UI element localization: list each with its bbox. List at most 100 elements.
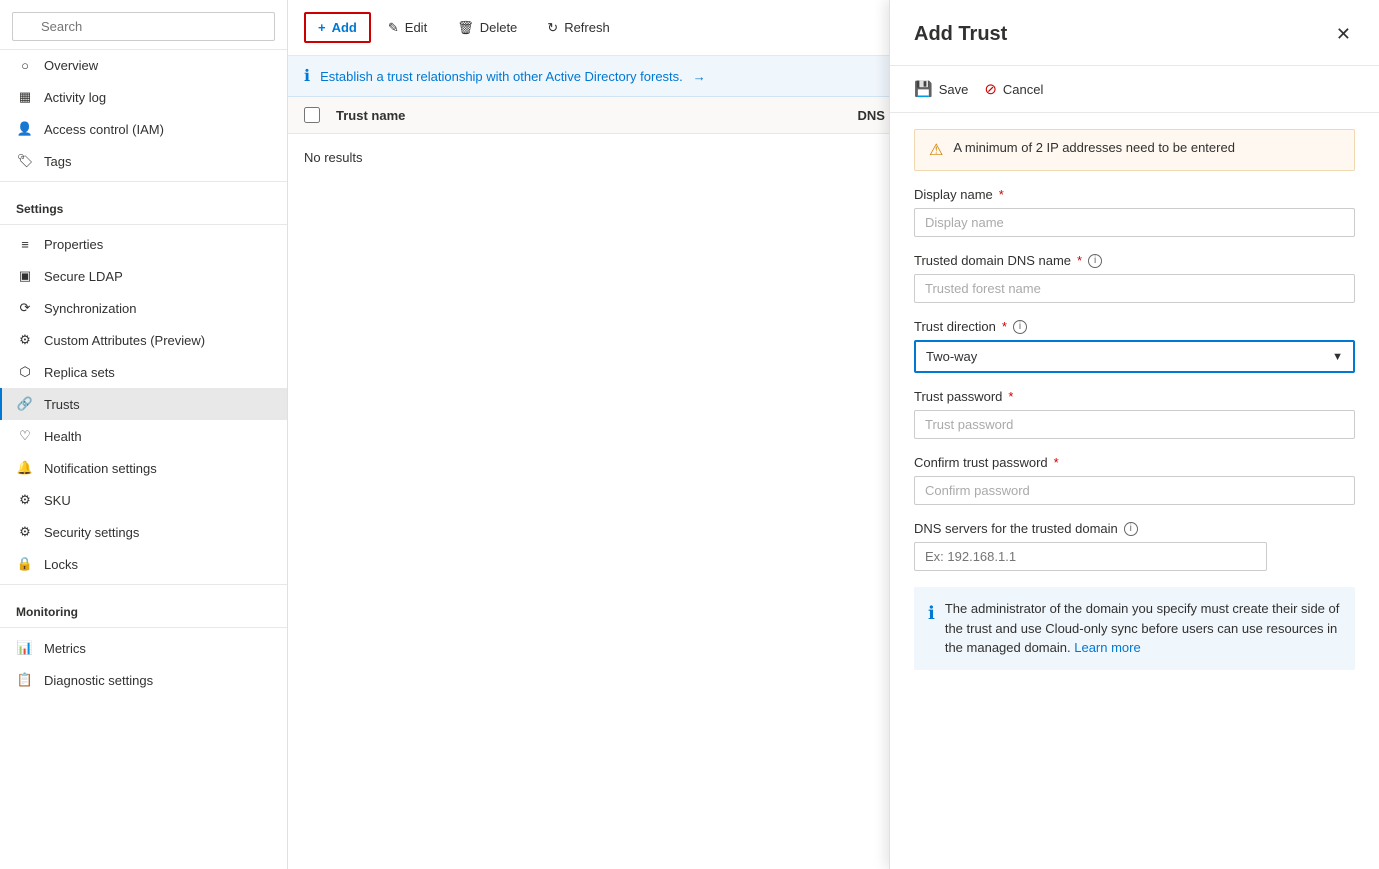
search-wrapper: 🔍 (12, 12, 275, 41)
panel-body: ⚠ A minimum of 2 IP addresses need to be… (890, 113, 1379, 869)
search-input[interactable] (12, 12, 275, 41)
sidebar-item-secure-ldap[interactable]: ▣ Secure LDAP (0, 260, 287, 292)
sidebar-item-locks[interactable]: 🔒 Locks (0, 548, 287, 580)
health-icon: ♡ (16, 428, 34, 444)
settings-section-label: Settings (0, 186, 287, 220)
refresh-button[interactable]: ↻ Refresh (534, 13, 622, 43)
sidebar-label-security-settings: Security settings (44, 525, 139, 540)
sidebar-item-diagnostic-settings[interactable]: 📋 Diagnostic settings (0, 664, 287, 696)
trusted-domain-info-icon[interactable]: i (1088, 254, 1102, 268)
sidebar-item-overview[interactable]: ○ Overview (0, 50, 287, 81)
confirm-password-input[interactable] (914, 476, 1355, 505)
sidebar-label-access-control: Access control (IAM) (44, 122, 164, 137)
metrics-icon: 📊 (16, 640, 34, 656)
info-message: Establish a trust relationship with othe… (320, 69, 683, 84)
trusted-domain-dns-input[interactable] (914, 274, 1355, 303)
select-all-checkbox[interactable] (304, 107, 320, 123)
save-label: Save (939, 82, 969, 97)
sidebar-label-activity-log: Activity log (44, 90, 106, 105)
sidebar-label-locks: Locks (44, 557, 78, 572)
tags-icon: 🏷 (16, 153, 34, 169)
sidebar-label-sku: SKU (44, 493, 71, 508)
properties-icon: ≡ (16, 237, 34, 252)
sidebar-item-health[interactable]: ♡ Health (0, 420, 287, 452)
trust-direction-select-wrapper: Two-way One-way: incoming One-way: outgo… (914, 340, 1355, 373)
trust-password-label: Trust password * (914, 389, 1355, 404)
learn-more-link[interactable]: Learn more (1074, 640, 1140, 655)
add-icon: + (318, 20, 326, 35)
refresh-label: Refresh (564, 20, 610, 35)
monitoring-section-label: Monitoring (0, 589, 287, 623)
info-note-text: The administrator of the domain you spec… (945, 599, 1341, 658)
overview-icon: ○ (16, 58, 34, 73)
sidebar-label-health: Health (44, 429, 82, 444)
trust-direction-label: Trust direction * i (914, 319, 1355, 334)
dns-servers-info-icon[interactable]: i (1124, 522, 1138, 536)
trusted-domain-dns-label: Trusted domain DNS name * i (914, 253, 1355, 268)
add-trust-panel: Add Trust ✕ 💾 Save ⊘ Cancel ⚠ A minimum … (889, 0, 1379, 869)
access-control-icon: 👤 (16, 121, 34, 137)
sidebar-item-synchronization[interactable]: ⟳ Synchronization (0, 292, 287, 324)
cancel-icon: ⊘ (984, 80, 997, 98)
cancel-label: Cancel (1003, 82, 1043, 97)
col-trust-name-header: Trust name (336, 108, 842, 123)
trust-password-input[interactable] (914, 410, 1355, 439)
add-button[interactable]: + Add (304, 12, 371, 43)
trusts-icon: 🔗 (16, 396, 34, 412)
activity-log-icon: ▦ (16, 89, 34, 105)
delete-button[interactable]: 🗑 Delete (444, 13, 530, 43)
display-name-group: Display name * (914, 187, 1355, 237)
sidebar-item-custom-attributes[interactable]: ⚙ Custom Attributes (Preview) (0, 324, 287, 356)
panel-close-button[interactable]: ✕ (1332, 20, 1355, 49)
sidebar-label-tags: Tags (44, 154, 71, 169)
panel-title: Add Trust (914, 23, 1007, 46)
dns-servers-label: DNS servers for the trusted domain i (914, 521, 1355, 536)
info-icon: ℹ (304, 66, 310, 86)
dns-servers-input[interactable] (914, 542, 1267, 571)
dns-servers-group: DNS servers for the trusted domain i (914, 521, 1355, 571)
locks-icon: 🔒 (16, 556, 34, 572)
sidebar-item-sku[interactable]: ⚙ SKU (0, 484, 287, 516)
sidebar-label-trusts: Trusts (44, 397, 80, 412)
sidebar-item-replica-sets[interactable]: ⬡ Replica sets (0, 356, 287, 388)
sidebar-label-diagnostic-settings: Diagnostic settings (44, 673, 153, 688)
sidebar-label-replica-sets: Replica sets (44, 365, 115, 380)
delete-icon: 🗑 (457, 20, 474, 36)
sidebar-label-synchronization: Synchronization (44, 301, 137, 316)
sidebar-item-metrics[interactable]: 📊 Metrics (0, 632, 287, 664)
trusted-domain-dns-group: Trusted domain DNS name * i (914, 253, 1355, 303)
trust-password-required: * (1008, 389, 1013, 404)
trust-direction-required: * (1002, 319, 1007, 334)
trusted-domain-required: * (1077, 253, 1082, 268)
secure-ldap-icon: ▣ (16, 268, 34, 284)
confirm-password-label: Confirm trust password * (914, 455, 1355, 470)
sidebar-nav: ○ Overview ▦ Activity log 👤 Access contr… (0, 50, 287, 869)
sidebar-item-trusts[interactable]: 🔗 Trusts (0, 388, 287, 420)
warning-message: A minimum of 2 IP addresses need to be e… (953, 140, 1235, 155)
synchronization-icon: ⟳ (16, 300, 34, 316)
sidebar-item-activity-log[interactable]: ▦ Activity log (0, 81, 287, 113)
sidebar-label-properties: Properties (44, 237, 103, 252)
warning-icon: ⚠ (929, 140, 943, 160)
security-settings-icon: ⚙ (16, 524, 34, 540)
edit-button[interactable]: ✎ Edit (375, 13, 440, 43)
save-icon: 💾 (914, 80, 933, 98)
edit-icon: ✎ (388, 20, 399, 36)
sidebar-item-security-settings[interactable]: ⚙ Security settings (0, 516, 287, 548)
panel-save-button[interactable]: 💾 Save (914, 76, 968, 102)
display-name-input[interactable] (914, 208, 1355, 237)
notification-icon: 🔔 (16, 460, 34, 476)
sidebar-item-tags[interactable]: 🏷 Tags (0, 145, 287, 177)
trust-direction-info-icon[interactable]: i (1013, 320, 1027, 334)
custom-attributes-icon: ⚙ (16, 332, 34, 348)
sidebar: 🔍 ○ Overview ▦ Activity log 👤 Access con… (0, 0, 288, 869)
sidebar-label-notification-settings: Notification settings (44, 461, 157, 476)
sidebar-label-secure-ldap: Secure LDAP (44, 269, 123, 284)
sidebar-item-properties[interactable]: ≡ Properties (0, 229, 287, 260)
trust-direction-select[interactable]: Two-way One-way: incoming One-way: outgo… (916, 342, 1353, 371)
sidebar-item-access-control[interactable]: 👤 Access control (IAM) (0, 113, 287, 145)
panel-cancel-button[interactable]: ⊘ Cancel (984, 76, 1043, 102)
confirm-password-group: Confirm trust password * (914, 455, 1355, 505)
panel-toolbar: 💾 Save ⊘ Cancel (890, 66, 1379, 113)
sidebar-item-notification-settings[interactable]: 🔔 Notification settings (0, 452, 287, 484)
